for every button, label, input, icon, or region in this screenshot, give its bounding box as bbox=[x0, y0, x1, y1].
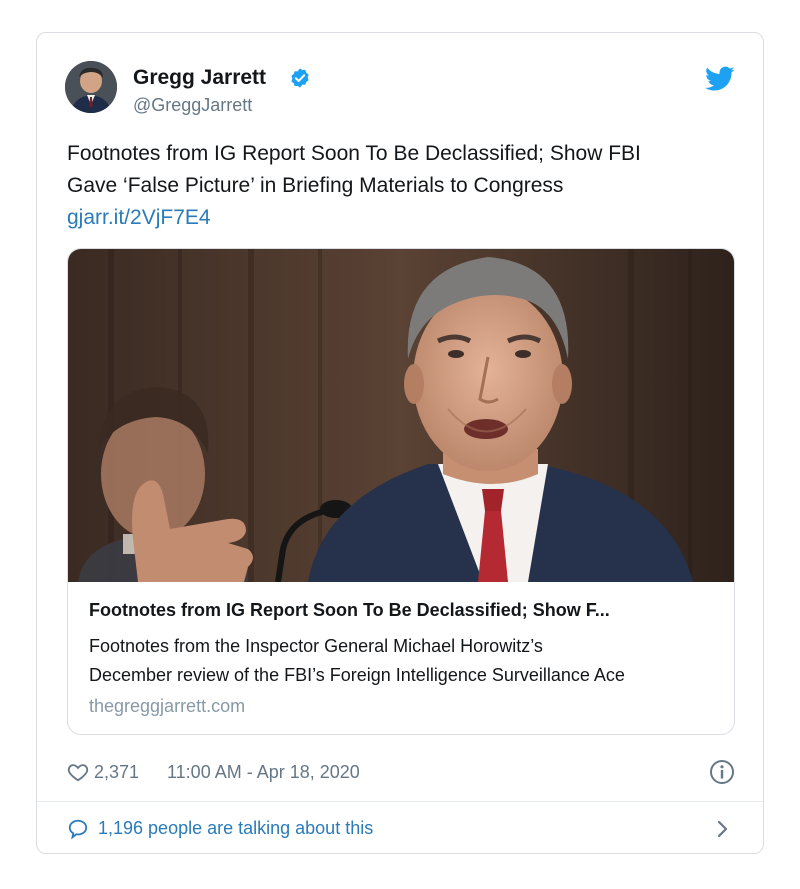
preview-body: Footnotes from IG Report Soon To Be Decl… bbox=[68, 582, 734, 734]
like-count[interactable]: 2,371 bbox=[94, 762, 139, 783]
divider bbox=[37, 801, 763, 802]
tweet-card[interactable]: Gregg Jarrett @GreggJarrett Footnotes fr… bbox=[36, 32, 764, 854]
avatar[interactable] bbox=[65, 61, 117, 113]
info-icon[interactable] bbox=[709, 759, 735, 785]
link-preview-card[interactable]: Footnotes from IG Report Soon To Be Decl… bbox=[67, 248, 735, 735]
chevron-right-icon[interactable] bbox=[715, 818, 731, 840]
author-handle[interactable]: @GreggJarrett bbox=[133, 95, 252, 116]
preview-description: Footnotes from the Inspector General Mic… bbox=[89, 632, 719, 690]
tweet-link[interactable]: gjarr.it/2VjF7E4 bbox=[67, 202, 737, 234]
tweet-text-line: Gave ‘False Picture’ in Briefing Materia… bbox=[67, 174, 564, 197]
tweet-text: Footnotes from IG Report Soon To Be Decl… bbox=[67, 138, 737, 234]
conversation-link[interactable]: 1,196 people are talking about this bbox=[67, 815, 737, 843]
verified-badge-icon bbox=[291, 68, 309, 88]
author-name[interactable]: Gregg Jarrett bbox=[133, 66, 266, 90]
preview-description-line: December review of the FBI’s Foreign Int… bbox=[89, 665, 625, 685]
twitter-bird-icon[interactable] bbox=[705, 66, 735, 92]
timestamp[interactable]: 11:00 AM - Apr 18, 2020 bbox=[167, 762, 360, 783]
preview-domain: thegreggjarrett.com bbox=[89, 696, 246, 716]
tweet-text-line: Footnotes from IG Report Soon To Be Decl… bbox=[67, 142, 641, 165]
speech-bubble-icon bbox=[68, 819, 88, 840]
preview-image[interactable] bbox=[68, 249, 734, 582]
preview-title[interactable]: Footnotes from IG Report Soon To Be Decl… bbox=[89, 600, 719, 621]
heart-icon[interactable] bbox=[67, 761, 89, 783]
conversation-text[interactable]: 1,196 people are talking about this bbox=[98, 818, 373, 839]
preview-description-line: Footnotes from the Inspector General Mic… bbox=[89, 636, 543, 656]
tweet-meta: 2,371 11:00 AM - Apr 18, 2020 bbox=[67, 759, 737, 787]
